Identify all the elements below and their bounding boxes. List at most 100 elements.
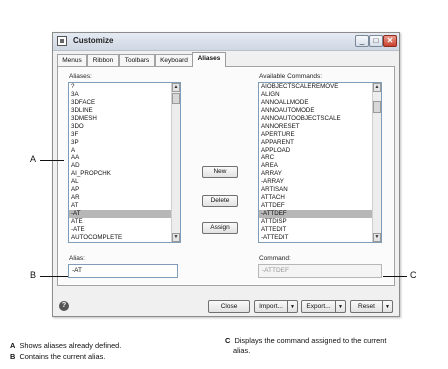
list-item[interactable]: -AT xyxy=(69,210,180,218)
legend-a: A Shows aliases already defined. xyxy=(10,341,121,350)
scroll-up-icon[interactable]: ▲ xyxy=(373,83,381,92)
alias-input[interactable]: -AT xyxy=(68,264,178,278)
chevron-down-icon[interactable]: ▼ xyxy=(382,301,392,312)
list-item[interactable]: ANNOALLMODE xyxy=(259,99,381,107)
tab-ribbon[interactable]: Ribbon xyxy=(87,54,119,66)
reset-button[interactable]: Reset ▼ xyxy=(350,300,393,313)
list-item[interactable]: A xyxy=(69,147,180,155)
list-item[interactable]: -ARRAY xyxy=(259,178,381,186)
list-item[interactable]: APPLOAD xyxy=(259,147,381,155)
aliases-scrollbar[interactable]: ▲ ▼ xyxy=(171,83,180,242)
callout-a-line xyxy=(40,160,64,161)
legend-c-text-1: Displays the command assigned to the cur… xyxy=(234,336,387,345)
close-button[interactable]: Close xyxy=(208,300,250,313)
list-item[interactable]: ANNORESET xyxy=(259,123,381,131)
tab-menus[interactable]: Menus xyxy=(57,54,87,66)
list-item[interactable]: ARC xyxy=(259,154,381,162)
reset-button-label: Reset xyxy=(358,303,375,310)
customize-dialog: Customize _ □ ✕ Menus Ribbon Toolbars Ke… xyxy=(52,32,400,317)
export-button-label: Export... xyxy=(306,303,331,310)
legend-b-text: Contains the current alias. xyxy=(19,352,106,361)
list-item[interactable]: ALIGN xyxy=(259,91,381,99)
commands-items: AIOBJECTSCALEREMOVE ALIGN ANNOALLMODE ANNOA… xyxy=(259,83,381,242)
scroll-thumb[interactable] xyxy=(172,93,180,104)
list-item[interactable]: 3DO xyxy=(69,123,180,131)
list-item[interactable]: APPARENT xyxy=(259,139,381,147)
tab-keyboard[interactable]: Keyboard xyxy=(155,54,193,66)
scroll-up-icon[interactable]: ▲ xyxy=(172,83,180,92)
commands-scrollbar[interactable]: ▲ ▼ xyxy=(372,83,381,242)
scroll-thumb[interactable] xyxy=(373,101,381,113)
list-item[interactable]: AA xyxy=(69,154,180,162)
list-item[interactable]: AD xyxy=(69,162,180,170)
window-title: Customize xyxy=(73,36,114,45)
list-item[interactable]: -ATTDEF xyxy=(259,210,381,218)
scroll-down-icon[interactable]: ▼ xyxy=(373,233,381,242)
chevron-down-icon[interactable]: ▼ xyxy=(335,301,345,312)
list-item[interactable]: AL xyxy=(69,178,180,186)
legend-c: C Displays the command assigned to the c… xyxy=(225,336,386,345)
command-input: -ATTDEF xyxy=(258,264,382,278)
scroll-down-icon[interactable]: ▼ xyxy=(172,233,180,242)
new-button[interactable]: New xyxy=(202,166,238,178)
list-item[interactable]: AUTOCOMPLETE xyxy=(69,234,180,242)
list-item[interactable]: AREA xyxy=(259,162,381,170)
alias-field-label: Alias: xyxy=(69,255,85,262)
import-button-label: Import... xyxy=(259,303,283,310)
callout-a: A xyxy=(30,154,37,164)
close-window-button[interactable]: ✕ xyxy=(383,35,397,47)
list-item[interactable]: 3A xyxy=(69,91,180,99)
list-item[interactable]: 3F xyxy=(69,131,180,139)
available-commands-label: Available Commands: xyxy=(259,73,323,80)
chevron-down-icon[interactable]: ▼ xyxy=(287,301,297,312)
delete-button[interactable]: Delete xyxy=(202,195,238,207)
list-item[interactable]: ATTDISP xyxy=(259,218,381,226)
tab-toolbars[interactable]: Toolbars xyxy=(119,54,155,66)
aliases-list[interactable]: ? 3A 3DFACE 3DLINE 3DMESH 3DO 3F 3P A AA AD AI_PROP… xyxy=(68,82,181,243)
commands-list[interactable]: AIOBJECTSCALEREMOVE ALIGN ANNOALLMODE ANNOA… xyxy=(258,82,382,243)
list-item[interactable]: AT xyxy=(69,202,180,210)
tab-aliases[interactable]: Aliases xyxy=(192,52,226,67)
legend-a-key: A xyxy=(10,341,16,350)
assign-button[interactable]: Assign xyxy=(202,222,238,234)
aliases-label: Aliases: xyxy=(69,73,92,80)
list-item[interactable]: -ATTEDIT xyxy=(259,234,381,242)
list-item[interactable]: AIOBJECTSCALEREMOVE xyxy=(259,83,381,91)
legend-c-line2: alias. xyxy=(233,346,251,355)
list-item[interactable]: ANNOAUTOOBJECTSCALE xyxy=(259,115,381,123)
list-item[interactable]: ATTACH xyxy=(259,194,381,202)
list-item[interactable]: APERTURE xyxy=(259,131,381,139)
command-field-label: Command: xyxy=(259,255,291,262)
app-icon xyxy=(57,36,67,46)
list-item[interactable]: ? xyxy=(69,83,180,91)
list-item[interactable]: ATE xyxy=(69,218,180,226)
list-item[interactable]: 3DLINE xyxy=(69,107,180,115)
legend-a-text: Shows aliases already defined. xyxy=(19,341,122,350)
list-item[interactable]: AI_PROPCHK xyxy=(69,170,180,178)
legend-b-key: B xyxy=(10,352,16,361)
list-item[interactable]: ARTISAN xyxy=(259,186,381,194)
callout-b-line xyxy=(40,276,68,277)
list-item[interactable]: 3P xyxy=(69,139,180,147)
help-icon[interactable]: ? xyxy=(59,301,69,311)
import-button[interactable]: Import... ▼ xyxy=(254,300,298,313)
list-item[interactable]: ATTDEF xyxy=(259,202,381,210)
list-item[interactable]: AR xyxy=(69,194,180,202)
list-item[interactable]: AP xyxy=(69,186,180,194)
list-item[interactable]: 3DFACE xyxy=(69,99,180,107)
list-item[interactable]: -ATE xyxy=(69,226,180,234)
maximize-button[interactable]: □ xyxy=(369,35,383,47)
export-button[interactable]: Export... ▼ xyxy=(301,300,346,313)
aliases-items: ? 3A 3DFACE 3DLINE 3DMESH 3DO 3F 3P A AA AD AI_PROP… xyxy=(69,83,180,242)
list-item[interactable]: ATTEDIT xyxy=(259,226,381,234)
callout-c: C xyxy=(410,270,417,280)
minimize-button[interactable]: _ xyxy=(355,35,369,47)
legend-b: B Contains the current alias. xyxy=(10,352,105,361)
title-bar[interactable]: Customize _ □ ✕ xyxy=(53,33,399,51)
callout-b: B xyxy=(30,270,37,280)
list-item[interactable]: ANNOAUTOMODE xyxy=(259,107,381,115)
legend-c-key: C xyxy=(225,336,231,345)
callout-c-line xyxy=(383,276,407,277)
list-item[interactable]: ARRAY xyxy=(259,170,381,178)
list-item[interactable]: 3DMESH xyxy=(69,115,180,123)
